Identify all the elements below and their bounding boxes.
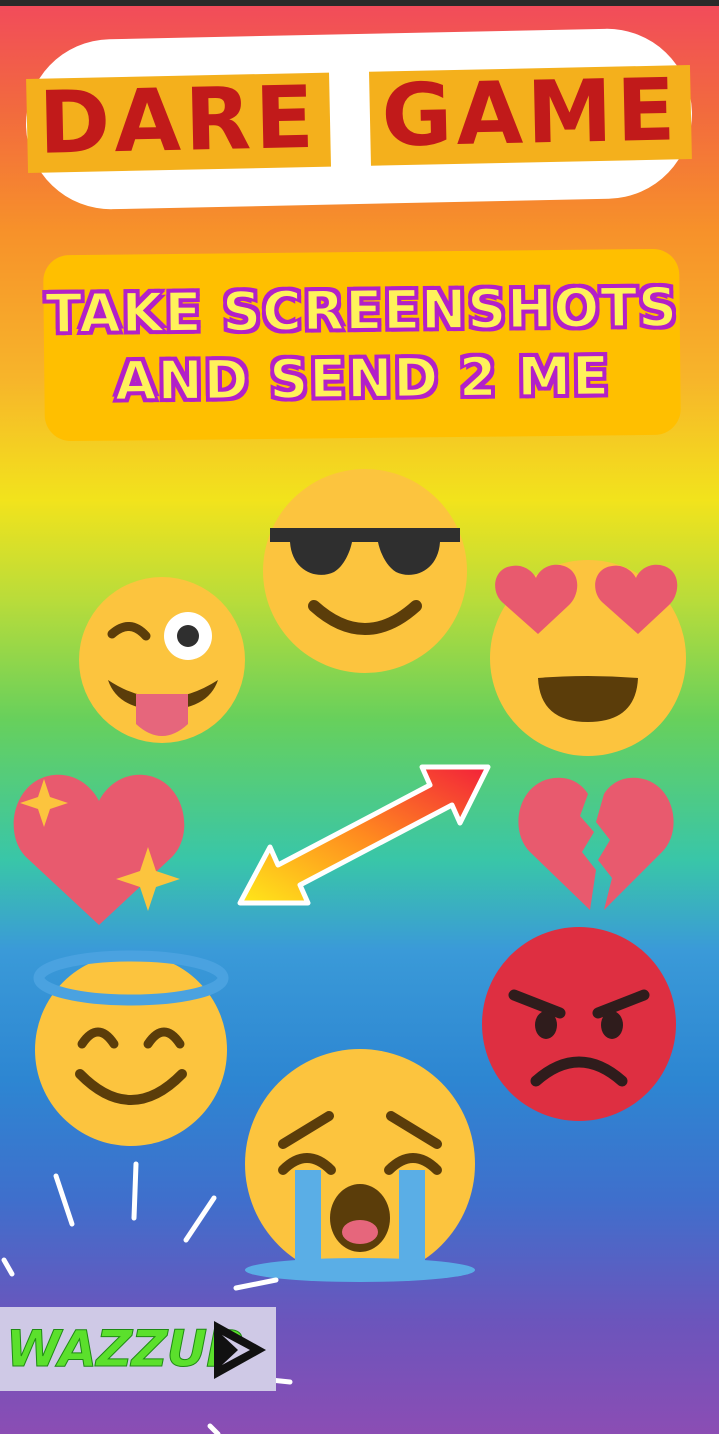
play-icon [214, 1321, 266, 1379]
instruction-line-1: TAKE SCREENSHOTS [44, 275, 679, 347]
instruction-banner: TAKE SCREENSHOTS AND SEND 2 ME [43, 248, 681, 442]
status-bar [0, 0, 719, 6]
heart-eyes-icon[interactable] [488, 558, 688, 756]
brand-logo-text: WAZZUP [6, 1320, 244, 1379]
title-word-game: GAME [368, 60, 693, 167]
halo-smiling-face-icon[interactable] [32, 950, 230, 1148]
burst-lines [1, 1161, 293, 1434]
broken-heart-icon[interactable] [514, 770, 678, 916]
title-word-dare: DARE [25, 68, 331, 174]
brand-logo[interactable]: WAZZUP [0, 1307, 276, 1391]
title-banner: DARE GAME [24, 27, 694, 211]
game-screen: DARE GAME TAKE SCREENSHOTS AND SEND 2 ME [0, 0, 719, 1434]
swap-arrow-icon [237, 764, 491, 906]
winking-tongue-icon[interactable] [78, 576, 246, 746]
angry-face-icon[interactable] [480, 925, 678, 1123]
instruction-line-2: AND SEND 2 ME [113, 343, 611, 413]
sparkling-heart-icon[interactable] [8, 765, 190, 933]
cool-sunglasses-icon[interactable] [262, 468, 468, 674]
